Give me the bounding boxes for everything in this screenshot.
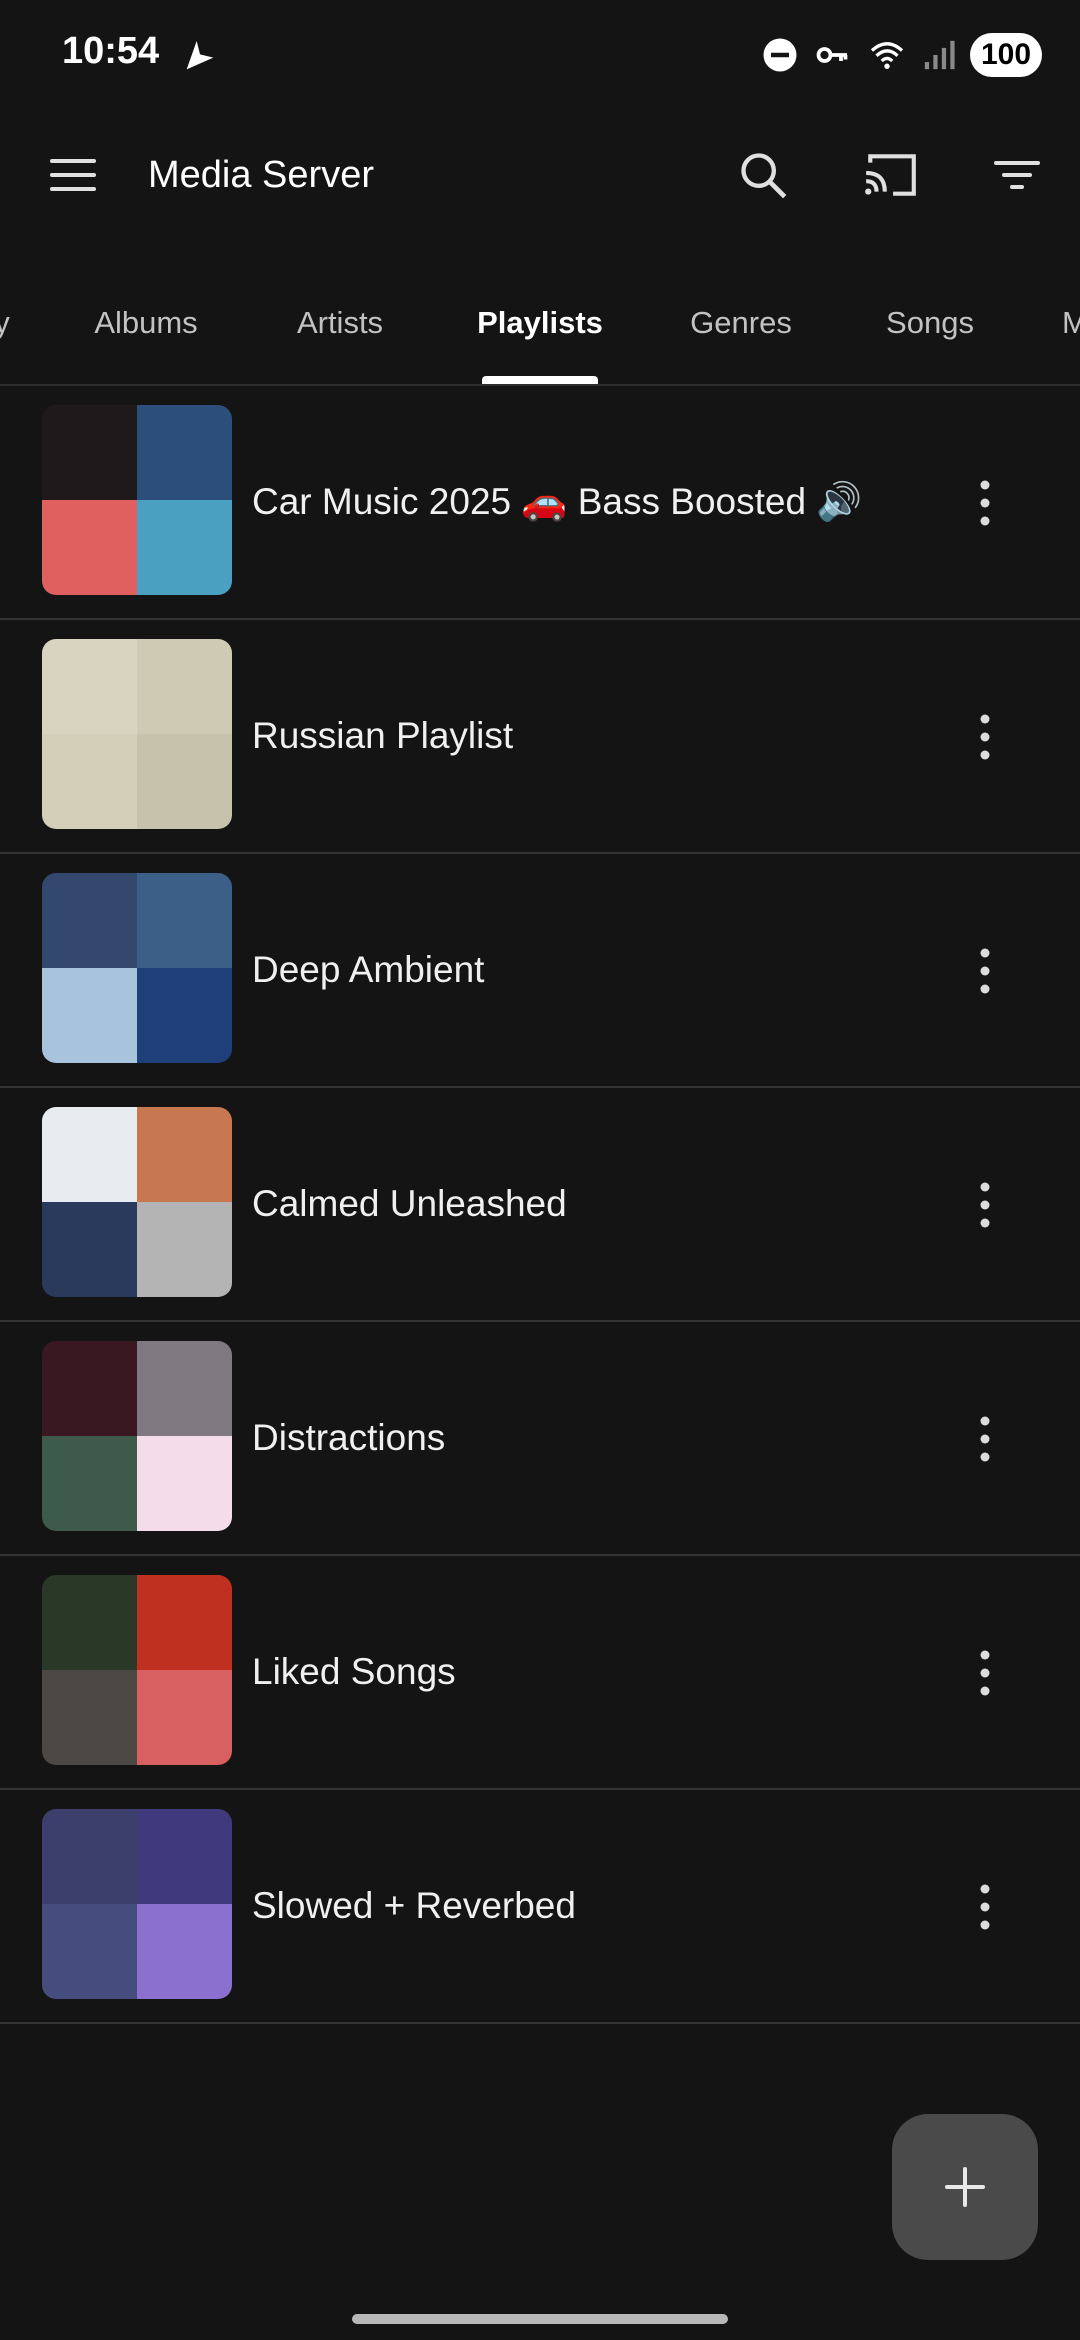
cover-tile [42,1904,137,1999]
cover-tile [42,1107,137,1202]
cover-tile [137,873,232,968]
playlist-title: Calmed Unleashed [252,1183,567,1224]
cover-tile [137,1575,232,1670]
more-vert-icon [980,480,990,526]
status-time: 10:54 [62,30,160,72]
category-tabs: y Albums Artists Playlists Genres Songs … [0,280,1080,386]
tab-genres[interactable]: Genres [670,280,812,386]
cover-tile [137,500,232,595]
home-indicator[interactable] [352,2314,728,2324]
playlist-title: Distractions [252,1417,446,1458]
app-bar: Media Server [0,110,1080,240]
cover-tile [42,1202,137,1297]
filter-button[interactable] [972,130,1062,220]
cover-tile [42,968,137,1063]
tab-partial-right[interactable]: M [1062,280,1080,386]
playlist-cover-art [42,405,232,595]
signal-icon [924,40,955,70]
plus-icon [945,2167,985,2207]
more-options-button[interactable] [940,926,1030,1016]
playlist-cover-art [42,639,232,829]
more-vert-icon [980,1416,990,1462]
search-button[interactable] [718,130,808,220]
playlist-row[interactable]: Liked Songs [0,1556,1080,1790]
playlist-row[interactable]: Russian Playlist [0,620,1080,854]
playlist-cover-art [42,1575,232,1765]
playlist-row[interactable]: Slowed + Reverbed [0,1790,1080,2024]
playlist-title: Russian Playlist [252,715,514,756]
tab-partial-left[interactable]: y [0,280,12,386]
playlist-row[interactable]: Distractions [0,1322,1080,1556]
more-options-button[interactable] [940,1394,1030,1484]
tab-artists[interactable]: Artists [272,280,408,386]
playlist-title: Deep Ambient [252,949,485,990]
more-vert-icon [980,1884,990,1930]
cover-tile [137,1341,232,1436]
playlist-cover-art [42,1341,232,1531]
cover-tile [42,1670,137,1765]
playlist-row[interactable]: Deep Ambient [0,854,1080,1088]
battery-indicator: 100 [970,33,1042,77]
cover-tile [42,873,137,968]
more-options-button[interactable] [940,458,1030,548]
cover-tile [42,734,137,829]
filter-icon [994,161,1040,189]
more-vert-icon [980,714,990,760]
menu-button[interactable] [28,130,118,220]
cover-tile [137,1809,232,1904]
tab-songs[interactable]: Songs [866,280,994,386]
playlist-cover-art [42,1809,232,1999]
cover-tile [137,1904,232,1999]
tab-albums[interactable]: Albums [70,280,222,386]
active-tab-indicator [482,376,598,384]
playlist-cover-art [42,1107,232,1297]
cover-tile [137,1202,232,1297]
playlist-list: Car Music 2025 🚗 Bass Boosted 🔊 Russian … [0,386,1080,2024]
wifi-icon [870,42,904,69]
add-playlist-button[interactable] [892,2114,1038,2260]
cover-tile [42,639,137,734]
cover-tile [42,1436,137,1531]
cover-tile [137,639,232,734]
cast-button[interactable] [846,130,936,220]
more-vert-icon [980,1650,990,1696]
playlist-title: Liked Songs [252,1651,456,1692]
cover-tile [42,500,137,595]
more-options-button[interactable] [940,692,1030,782]
search-icon [741,153,787,199]
vpn-key-icon [816,47,848,63]
cast-icon [865,154,916,196]
playlist-title: Slowed + Reverbed [252,1885,576,1926]
playlist-title: Car Music 2025 🚗 Bass Boosted 🔊 [252,480,863,522]
cover-tile [42,1575,137,1670]
more-options-button[interactable] [940,1862,1030,1952]
cover-tile [137,968,232,1063]
cover-tile [137,405,232,500]
do-not-disturb-icon [763,38,797,72]
cover-tile [137,1107,232,1202]
cover-tile [137,1436,232,1531]
cover-tile [137,734,232,829]
app-title: Media Server [148,154,374,196]
navigation-icon [186,41,214,70]
tab-playlists[interactable]: Playlists [462,280,618,386]
cover-tile [42,1341,137,1436]
cover-tile [137,1670,232,1765]
more-vert-icon [980,948,990,994]
cover-tile [42,405,137,500]
playlist-row[interactable]: Car Music 2025 🚗 Bass Boosted 🔊 [0,386,1080,620]
more-options-button[interactable] [940,1628,1030,1718]
playlist-cover-art [42,873,232,1063]
playlist-row[interactable]: Calmed Unleashed [0,1088,1080,1322]
more-vert-icon [980,1182,990,1228]
more-options-button[interactable] [940,1160,1030,1250]
cover-tile [42,1809,137,1904]
status-bar: 10:54 100 [0,0,1080,110]
menu-icon [50,159,96,191]
